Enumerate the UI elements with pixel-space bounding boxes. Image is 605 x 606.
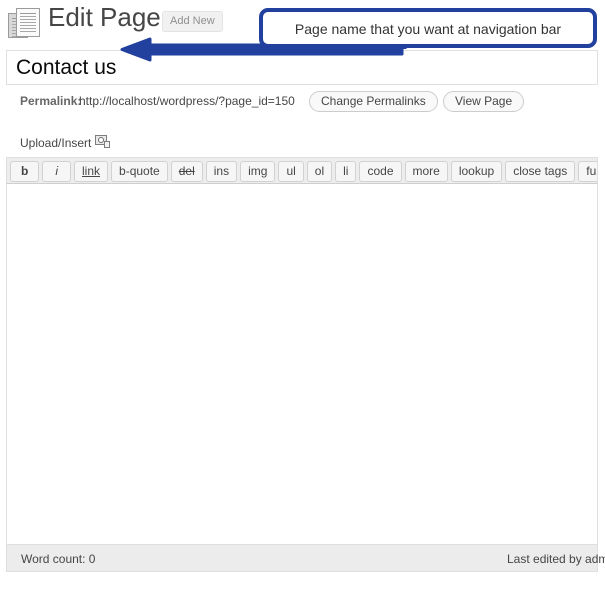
- page-title-input-value: Contact us: [16, 56, 117, 79]
- editor-button-i[interactable]: i: [42, 161, 72, 182]
- editor-button-fullscreen[interactable]: fullscreen: [578, 161, 597, 182]
- editor-button-code[interactable]: code: [359, 161, 402, 182]
- editor-button-link[interactable]: link: [74, 161, 109, 182]
- last-edited-by: Last edited by adm: [507, 552, 605, 566]
- add-new-button[interactable]: Add New: [162, 11, 223, 32]
- upload-insert-label: Upload/Insert: [20, 136, 92, 150]
- permalink-url[interactable]: http://localhost/wordpress/?page_id=150: [79, 94, 295, 108]
- permalink-label: Permalink:: [20, 94, 82, 108]
- content-editor: b i link b-quote del ins img ul ol li code more look…: [6, 157, 605, 572]
- editor-button-ul[interactable]: ul: [278, 161, 304, 182]
- editor-toolbar: b i link b-quote del ins img ul ol li code more look…: [6, 157, 598, 184]
- editor-button-lookup[interactable]: lookup: [450, 161, 503, 182]
- editor-status-bar: Word count: 0 Last edited by adm: [6, 544, 605, 572]
- editor-button-li[interactable]: li: [335, 161, 357, 182]
- upload-insert-row: Upload/Insert: [0, 134, 605, 156]
- media-insert-icon[interactable]: [95, 135, 111, 150]
- view-page-button[interactable]: View Page: [443, 91, 525, 112]
- editor-button-b-quote[interactable]: b-quote: [111, 161, 168, 182]
- page-header: Edit Page Add New: [0, 0, 605, 46]
- editor-button-ol[interactable]: ol: [306, 161, 333, 182]
- editor-button-close-tags[interactable]: close tags: [505, 161, 576, 182]
- editor-button-del[interactable]: del: [170, 161, 203, 182]
- word-count: Word count: 0: [21, 552, 96, 566]
- change-permalinks-button[interactable]: Change Permalinks: [309, 91, 438, 112]
- editor-textarea[interactable]: [6, 184, 598, 544]
- editor-button-b[interactable]: b: [10, 161, 40, 182]
- editor-button-img[interactable]: img: [240, 161, 276, 182]
- pages-icon: [8, 6, 42, 40]
- permalink-row: Permalink: http://localhost/wordpress/?p…: [0, 91, 605, 113]
- page-title: Edit Page: [48, 2, 161, 32]
- editor-button-ins[interactable]: ins: [205, 161, 238, 182]
- page-title-input[interactable]: Contact us: [6, 50, 598, 85]
- editor-button-more[interactable]: more: [404, 161, 448, 182]
